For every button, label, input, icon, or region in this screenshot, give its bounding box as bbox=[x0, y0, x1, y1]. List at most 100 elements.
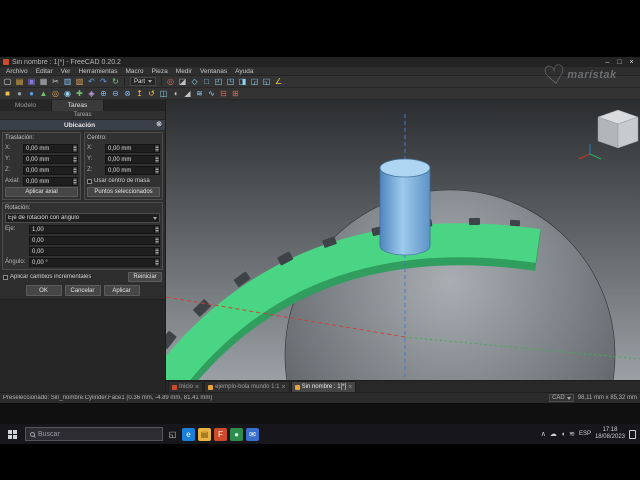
draw-style-icon[interactable]: ◪ bbox=[177, 76, 188, 87]
maximize-button[interactable]: □ bbox=[614, 58, 625, 67]
close-button[interactable]: × bbox=[626, 58, 637, 67]
incremental-changes-checkbox[interactable]: Aplicar cambios incrementales bbox=[3, 274, 126, 280]
boolean-cut-icon[interactable]: ⊖ bbox=[110, 88, 121, 99]
reset-button[interactable]: Reiniciar bbox=[128, 272, 162, 282]
translation-spinbox[interactable]: 0,00 mm bbox=[23, 143, 78, 153]
network-icon[interactable]: ≋ bbox=[569, 428, 575, 441]
close-tab-icon[interactable]: × bbox=[348, 383, 352, 392]
apply-button[interactable]: Aplicar bbox=[103, 285, 140, 296]
taskbar-clock[interactable]: 17:18 18/08/2023 bbox=[595, 427, 625, 441]
spin-down-icon[interactable] bbox=[154, 170, 159, 174]
chamfer-icon[interactable]: ◢ bbox=[182, 88, 193, 99]
tray-expand-icon[interactable]: ∧ bbox=[541, 428, 546, 441]
freecad-taskbar-icon[interactable]: F bbox=[214, 427, 227, 441]
measure-icon[interactable]: ∠ bbox=[273, 76, 284, 87]
shape-builder-icon[interactable]: ◈ bbox=[86, 88, 97, 99]
3d-viewport[interactable] bbox=[166, 100, 640, 380]
spin-down-icon[interactable] bbox=[72, 181, 77, 185]
left-view-icon[interactable]: ◱ bbox=[261, 76, 272, 87]
open-file-icon[interactable]: ▤ bbox=[14, 76, 25, 87]
combo-view-tab[interactable]: Modelo bbox=[0, 100, 52, 111]
menu-item[interactable]: Medir bbox=[172, 67, 196, 76]
part-box-icon[interactable]: ■ bbox=[2, 88, 13, 99]
task-view-icon[interactable]: ◱ bbox=[166, 428, 179, 441]
combo-view-tab[interactable]: Tareas bbox=[52, 100, 104, 111]
spin-down-icon[interactable] bbox=[154, 262, 159, 266]
rotation-spinbox[interactable]: 0,00 bbox=[29, 246, 160, 256]
section-icon[interactable]: ⊟ bbox=[218, 88, 229, 99]
spin-down-icon[interactable] bbox=[72, 148, 77, 152]
volume-icon[interactable]: ◖ bbox=[561, 428, 565, 441]
revolve-icon[interactable]: ↺ bbox=[146, 88, 157, 99]
part-tube-icon[interactable]: ◉ bbox=[62, 88, 73, 99]
spin-down-icon[interactable] bbox=[72, 170, 77, 174]
translation-spinbox[interactable]: 0,00 mm bbox=[23, 154, 78, 164]
spin-down-icon[interactable] bbox=[72, 159, 77, 163]
close-tab-icon[interactable]: × bbox=[195, 383, 199, 392]
front-view-icon[interactable]: □ bbox=[201, 76, 212, 87]
cross-sections-icon[interactable]: ⊞ bbox=[230, 88, 241, 99]
bottom-view-icon[interactable]: ◲ bbox=[249, 76, 260, 87]
edge-browser-icon[interactable]: e bbox=[182, 427, 195, 441]
close-tab-icon[interactable]: × bbox=[281, 383, 285, 392]
rotation-spinbox[interactable]: 0,00 bbox=[29, 235, 160, 245]
menu-item[interactable]: Ver bbox=[57, 67, 75, 76]
3d-scene[interactable] bbox=[166, 100, 640, 380]
navigation-style-select[interactable]: CAD bbox=[549, 394, 574, 402]
notifications-icon[interactable] bbox=[629, 429, 636, 439]
rotation-mode-select[interactable]: Eje de rotación con ángulo bbox=[5, 213, 160, 223]
spin-down-icon[interactable] bbox=[154, 148, 159, 152]
redo-icon[interactable]: ↷ bbox=[98, 76, 109, 87]
print-icon[interactable]: ▦ bbox=[38, 76, 49, 87]
desktop[interactable] bbox=[0, 403, 640, 424]
center-spinbox[interactable]: 0,00 mm bbox=[105, 143, 160, 153]
center-spinbox[interactable]: 0,00 mm bbox=[105, 165, 160, 175]
part-torus-icon[interactable]: ◎ bbox=[50, 88, 61, 99]
menu-item[interactable]: Ventanas bbox=[196, 67, 231, 76]
apply-axial-button[interactable]: Aplicar axial bbox=[5, 187, 78, 197]
part-cylinder-icon[interactable]: ● bbox=[14, 88, 25, 99]
rotation-spinbox[interactable]: 0,00 ° bbox=[29, 257, 160, 267]
onedrive-icon[interactable]: ☁ bbox=[550, 428, 557, 441]
loft-icon[interactable]: ≋ bbox=[194, 88, 205, 99]
close-section-icon[interactable]: ⊗ bbox=[156, 120, 162, 130]
mail-icon[interactable]: ✉ bbox=[246, 427, 259, 441]
spin-down-icon[interactable] bbox=[154, 159, 159, 163]
menu-item[interactable]: Archivo bbox=[2, 67, 32, 76]
boolean-intersection-icon[interactable]: ⊗ bbox=[122, 88, 133, 99]
language-indicator[interactable]: ESP bbox=[579, 431, 591, 437]
rear-view-icon[interactable]: ◨ bbox=[237, 76, 248, 87]
selected-points-button[interactable]: Puntos seleccionados bbox=[87, 187, 160, 197]
undo-icon[interactable]: ↶ bbox=[86, 76, 97, 87]
top-view-icon[interactable]: ◰ bbox=[213, 76, 224, 87]
center-spinbox[interactable]: 0,00 mm bbox=[105, 154, 160, 164]
part-cone-icon[interactable]: ▲ bbox=[38, 88, 49, 99]
sweep-icon[interactable]: ∿ bbox=[206, 88, 217, 99]
boolean-union-icon[interactable]: ⊕ bbox=[98, 88, 109, 99]
document-tab[interactable]: Sin nombre : 1[*] × bbox=[290, 381, 357, 392]
minimize-button[interactable]: – bbox=[602, 58, 613, 67]
taskbar-search[interactable]: Buscar bbox=[25, 427, 163, 441]
copy-icon[interactable]: ▥ bbox=[62, 76, 73, 87]
document-tab[interactable]: ejemplo-bola mundo 1:1 × bbox=[204, 381, 290, 392]
refresh-icon[interactable]: ↻ bbox=[110, 76, 121, 87]
menu-item[interactable]: Herramientas bbox=[74, 67, 121, 76]
paste-icon[interactable]: ▧ bbox=[74, 76, 85, 87]
start-button[interactable] bbox=[2, 424, 22, 444]
right-view-icon[interactable]: ◳ bbox=[225, 76, 236, 87]
cancel-button[interactable]: Cancelar bbox=[64, 285, 101, 296]
browser-icon[interactable]: ● bbox=[230, 427, 243, 441]
isometric-view-icon[interactable]: ◇ bbox=[189, 76, 200, 87]
spin-down-icon[interactable] bbox=[154, 229, 159, 233]
cylinder-object[interactable] bbox=[379, 158, 431, 256]
menu-item[interactable]: Editar bbox=[32, 67, 57, 76]
ok-button[interactable]: OK bbox=[25, 285, 62, 296]
document-tab[interactable]: Inicio × bbox=[168, 381, 204, 392]
fit-all-icon[interactable]: ◎ bbox=[165, 76, 176, 87]
part-sphere-icon[interactable]: ● bbox=[26, 88, 37, 99]
cut-icon[interactable]: ✂ bbox=[50, 76, 61, 87]
extrude-icon[interactable]: ↥ bbox=[134, 88, 145, 99]
spin-down-icon[interactable] bbox=[154, 240, 159, 244]
save-icon[interactable]: ▣ bbox=[26, 76, 37, 87]
menu-item[interactable]: Ayuda bbox=[231, 67, 257, 76]
